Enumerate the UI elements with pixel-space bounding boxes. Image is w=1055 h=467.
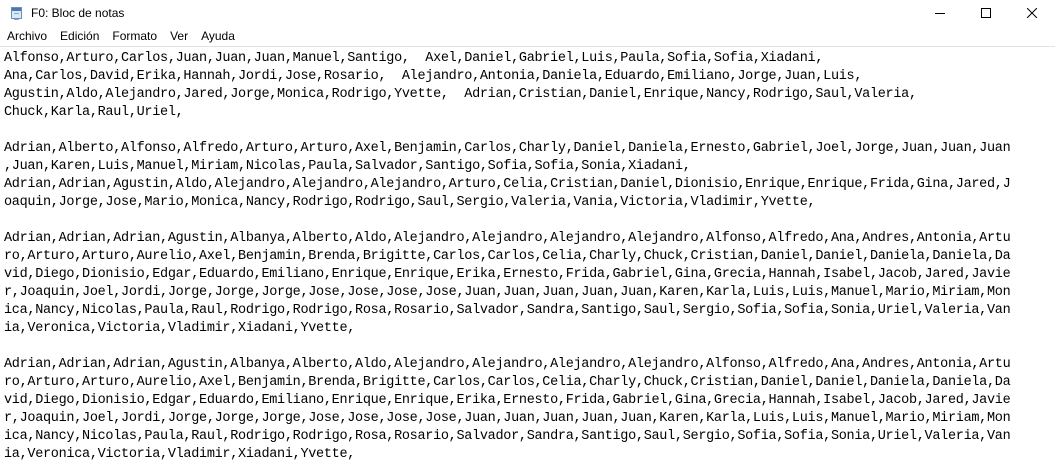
text-line: ia,Veronica,Victoria,Vladimir,Xiadani,Yv… [4,321,356,336]
menu-bar: Archivo Edición Formato Ver Ayuda [0,26,1055,46]
text-line: oaquin,Jorge,Jose,Mario,Monica,Nancy,Rod… [4,195,816,210]
menu-edicion[interactable]: Edición [53,26,105,46]
close-button[interactable] [1009,0,1055,26]
text-line: ia,Veronica,Victoria,Vladimir,Xiadani,Yv… [4,447,356,462]
text-line: Agustin,Aldo,Alejandro,Jared,Jorge,Monic… [4,87,917,102]
text-line: ica,Nancy,Nicolas,Paula,Raul,Rodrigo,Rod… [4,429,1011,444]
document-text[interactable]: Alfonso,Arturo,Carlos,Juan,Juan,Juan,Man… [0,47,1055,464]
text-line: vid,Diego,Dionisio,Edgar,Eduardo,Emilian… [4,393,1011,408]
text-line: Adrian,Adrian,Adrian,Agustin,Albanya,Alb… [4,357,1011,372]
text-line: Adrian,Alberto,Alfonso,Alfredo,Arturo,Ar… [4,141,1011,156]
text-line: Ana,Carlos,David,Erika,Hannah,Jordi,Jose… [4,69,863,84]
text-line: ro,Arturo,Arturo,Aurelio,Axel,Benjamin,B… [4,375,1011,390]
text-line: Alfonso,Arturo,Carlos,Juan,Juan,Juan,Man… [4,51,824,66]
menu-ver[interactable]: Ver [163,26,194,46]
notepad-icon[interactable] [10,6,23,20]
window-title: F0: Bloc de notas [31,6,125,20]
text-line: r,Joaquin,Joel,Jordi,Jorge,Jorge,Jorge,J… [4,411,1011,426]
text-line: Chuck,Karla,Raul,Uriel, [4,105,184,120]
maximize-button[interactable] [963,0,1009,26]
text-editor-area[interactable]: Alfonso,Arturo,Carlos,Juan,Juan,Juan,Man… [0,46,1055,467]
menu-archivo[interactable]: Archivo [0,26,53,46]
text-line: r,Joaquin,Joel,Jordi,Jorge,Jorge,Jorge,J… [4,285,1011,300]
minimize-button[interactable] [917,0,963,26]
text-line: ro,Arturo,Arturo,Aurelio,Axel,Benjamin,B… [4,249,1011,264]
text-line: ,Juan,Karen,Luis,Manuel,Miriam,Nicolas,P… [4,159,691,174]
minimize-icon [935,13,945,14]
text-line: vid,Diego,Dionisio,Edgar,Eduardo,Emilian… [4,267,1011,282]
menu-formato[interactable]: Formato [105,26,163,46]
text-line: Adrian,Adrian,Adrian,Agustin,Albanya,Alb… [4,231,1011,246]
text-line: Adrian,Adrian,Agustin,Aldo,Alejandro,Ale… [4,177,1011,192]
title-bar[interactable]: F0: Bloc de notas [0,0,1055,26]
window-controls [917,0,1055,26]
close-icon [1027,8,1037,18]
menu-ayuda[interactable]: Ayuda [194,26,241,46]
text-line: ica,Nancy,Nicolas,Paula,Raul,Rodrigo,Rod… [4,303,1011,318]
maximize-icon [981,8,991,18]
